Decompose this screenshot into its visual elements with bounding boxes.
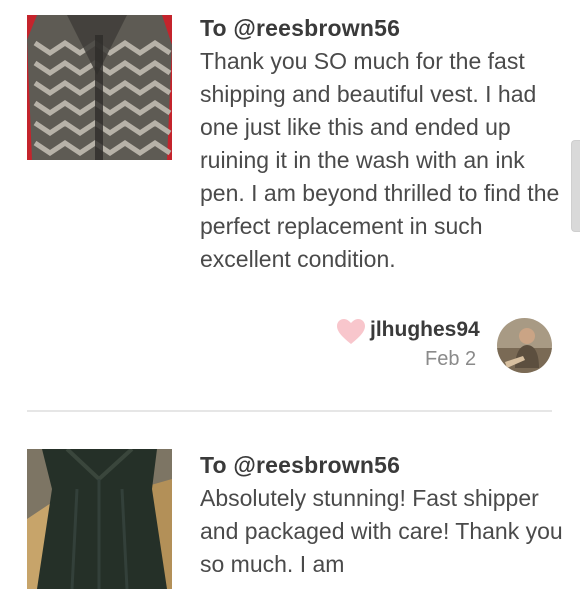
review-date: Feb 2 [425,348,477,370]
review-card: To @reesbrown56 Absolutely stunning! Fas… [0,412,580,589]
listing-photo-dress[interactable] [27,449,172,589]
heart-icon[interactable] [336,318,366,346]
review-recipient[interactable]: To @reesbrown56 [200,15,400,42]
review-message: Thank you SO much for the fast shipping … [200,48,560,272]
review-recipient[interactable]: To @reesbrown56 [200,452,400,479]
listing-photo-vest[interactable] [27,15,172,160]
review-message: Absolutely stunning! Fast shipper and pa… [200,485,563,577]
review-card: To @reesbrown56 Thank you SO much for th… [0,0,580,410]
review-author[interactable]: jlhughes94 [370,318,480,342]
avatar[interactable] [497,318,552,373]
